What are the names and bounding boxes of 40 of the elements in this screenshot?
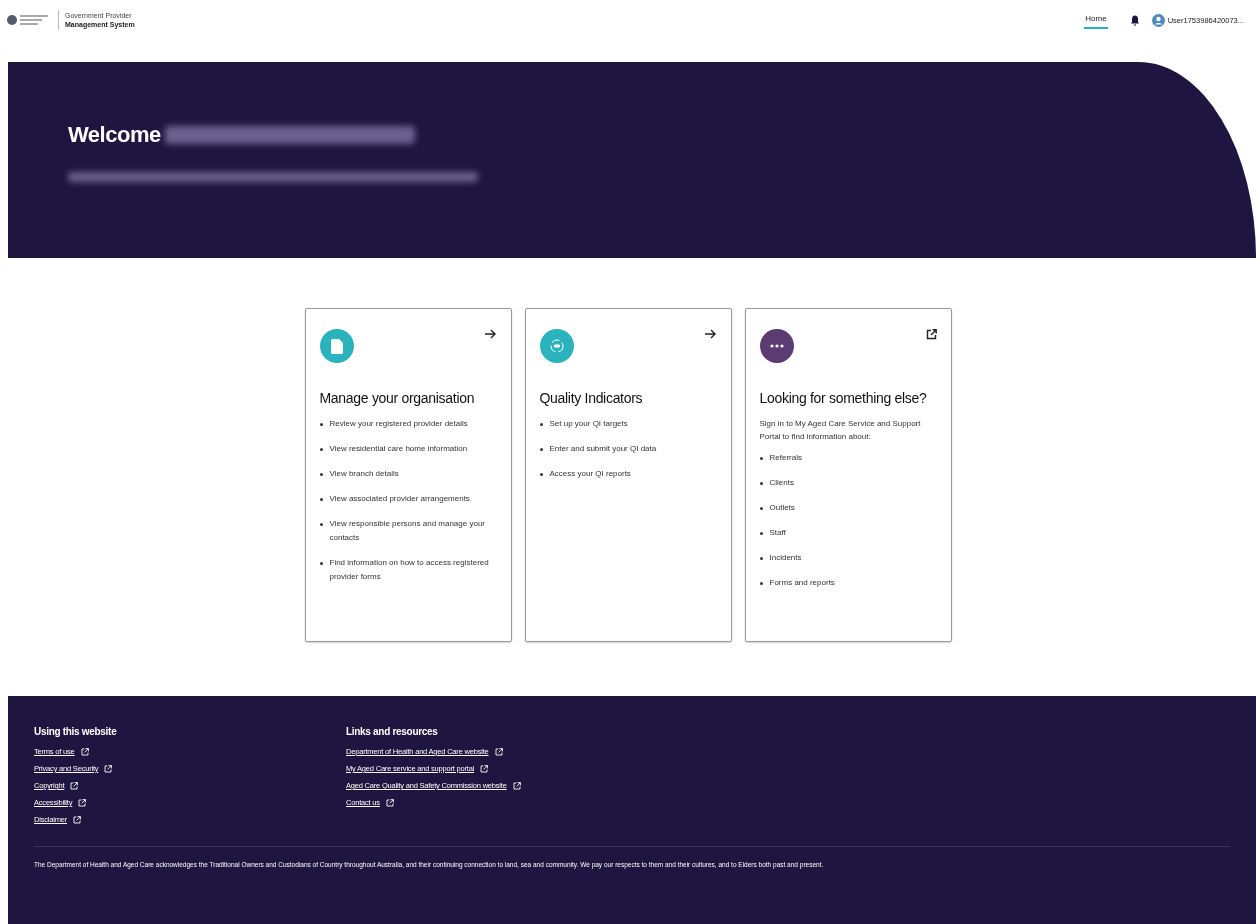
card-list-item: Outlets <box>769 502 795 514</box>
external-link-icon <box>385 798 394 807</box>
footer-heading: Links and resources <box>346 726 439 737</box>
external-link-icon <box>78 798 87 807</box>
external-link-icon <box>494 747 503 756</box>
card-list-item: Review your registered provider details <box>329 418 468 430</box>
card-list-item: View associated provider arrangements <box>329 493 470 505</box>
card-list-item: Access your QI reports <box>549 468 631 480</box>
external-link-icon <box>70 781 79 790</box>
card-list-item: Find information on how to access registered provider forms <box>329 557 490 583</box>
card-title: Quality Indicators <box>539 389 644 407</box>
arrow-right-icon <box>484 329 497 339</box>
card-list-item: Forms and reports <box>769 577 835 589</box>
arrow-right-icon <box>704 329 717 339</box>
external-link-icon <box>480 764 489 773</box>
nav-tab[interactable]: Home <box>1084 11 1108 29</box>
card-list-item: View residential care home information <box>329 443 468 455</box>
external-link-icon <box>512 781 521 790</box>
welcome-heading: Welcome <box>68 122 161 148</box>
card-list-item: Clients <box>769 477 794 489</box>
card-list-item: View responsible persons and manage your contacts <box>329 518 486 544</box>
card-title: Manage your organisation <box>319 389 476 407</box>
link-card[interactable]: Looking for something else? Sign in to My Aged Care Service and Support Portal to find information about: Referrals Clients Outlets Staff Incidents Forms and reports <box>744 308 952 642</box>
card-list-item: View branch details <box>329 468 399 480</box>
external-link-icon <box>80 747 89 756</box>
card-intro: Sign in to My Aged Care Service and Support Portal to find information about: <box>759 418 922 443</box>
card-list-item: Referrals <box>769 452 802 464</box>
card-list-item: Set up your QI targets <box>549 418 628 430</box>
card-list-item: Incidents <box>769 552 802 564</box>
user-avatar-icon[interactable] <box>1151 13 1165 27</box>
card-list-item: Enter and submit your QI data <box>549 443 657 455</box>
bell-icon[interactable] <box>1129 14 1140 26</box>
external-link-icon <box>104 764 113 773</box>
link-card[interactable]: Quality Indicators Set up your QI targets Enter and submit your QI data Access your QI reports <box>524 308 732 642</box>
external-link-icon <box>73 815 81 824</box>
card-list-item: Staff <box>769 527 786 539</box>
footer-heading: Using this website <box>34 726 118 737</box>
card-title: Looking for something else? <box>759 389 928 407</box>
link-card[interactable] <box>304 308 512 642</box>
external-link-icon <box>925 329 937 340</box>
